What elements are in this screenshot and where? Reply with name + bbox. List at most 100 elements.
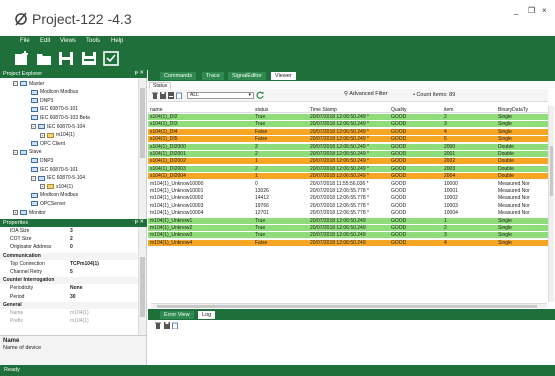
collapse-icon[interactable]: − — [13, 81, 18, 86]
table-horizontal-scrollbar[interactable] — [151, 303, 547, 308]
property-category[interactable]: General — [0, 301, 140, 309]
expand-icon[interactable]: + — [13, 210, 18, 215]
property-value[interactable]: 30 — [70, 294, 76, 300]
save-all-icon[interactable] — [168, 92, 174, 99]
property-category[interactable]: Communication — [0, 252, 140, 260]
property-value[interactable]: 2 — [70, 236, 73, 242]
minimize-button[interactable]: _ — [514, 6, 518, 15]
save-icon[interactable] — [58, 51, 74, 66]
tree-item[interactable]: DNP3 — [31, 157, 53, 164]
explorer-scrollbar[interactable] — [138, 78, 146, 219]
tree-item[interactable]: IEC 60870-5-101 — [31, 106, 78, 113]
property-value[interactable]: m104(1) — [70, 318, 89, 324]
property-row[interactable]: Period 30 — [0, 294, 140, 301]
tab-signal-editor[interactable]: SignalEditor — [228, 72, 266, 80]
explorer-scroll-thumb[interactable] — [140, 88, 145, 158]
menu-tools[interactable]: Tools — [86, 38, 100, 44]
tree-item[interactable]: − IEC 60870-5-104 — [31, 175, 85, 182]
menu-views[interactable]: Views — [60, 38, 76, 44]
properties-scroll-thumb[interactable] — [140, 257, 145, 317]
table-row[interactable]: s104(1)_DI2001 2 20/07/2018 12:06:50.249 *… — [148, 151, 548, 157]
tree-item[interactable]: Modicon Modbus — [31, 192, 78, 199]
pin-icon[interactable]: ᵽ — [135, 70, 138, 76]
tree-item[interactable]: + Monitor — [13, 209, 46, 216]
tree-item[interactable]: DNP3 — [31, 97, 53, 104]
property-value[interactable]: m104(1) — [70, 310, 89, 316]
tree-item[interactable]: + s104(1) — [40, 183, 73, 190]
column-header-name[interactable]: name — [150, 107, 163, 113]
close-panel-icon[interactable]: ✕ — [139, 219, 144, 225]
column-header-timestamp[interactable]: Time Stamp — [310, 107, 337, 113]
close-panel-icon[interactable]: ✕ — [139, 70, 144, 76]
collapse-icon[interactable]: − — [31, 124, 36, 129]
property-row[interactable]: Periodicity None — [0, 285, 140, 292]
collapse-icon[interactable]: − — [13, 149, 18, 155]
table-row[interactable]: s104(1)_DI4 False 20/07/2018 12:06:50.249 … — [148, 128, 548, 135]
property-row[interactable]: Prefix m104(1) — [0, 318, 140, 325]
tree-item[interactable]: IEC 60870-5-101 — [31, 166, 78, 173]
pin-icon[interactable]: ᵽ — [135, 219, 138, 225]
table-row[interactable]: m104(1)_Unknow10003 19766 20/07/2018 12:06… — [148, 202, 548, 209]
maximize-button[interactable]: ❐ — [528, 6, 535, 15]
tree-item[interactable]: + m104(1) — [40, 132, 75, 139]
property-row[interactable]: IOA Size 3 — [0, 228, 140, 235]
refresh-icon[interactable] — [256, 91, 264, 99]
table-horizontal-scroll-thumb[interactable] — [157, 305, 537, 308]
tree-item[interactable]: − IEC 60870-5-104 — [31, 123, 85, 130]
tree-item[interactable]: − Slave — [13, 149, 42, 156]
tab-error-view[interactable]: Error View — [160, 311, 194, 319]
property-value[interactable]: 0 — [70, 244, 73, 250]
tab-viewer[interactable]: Viewer — [271, 72, 296, 80]
tree-item[interactable]: Modicon Modbus — [31, 89, 78, 96]
table-row[interactable]: m104(1)_Unknow10001 13026 20/07/2018 12:06… — [148, 188, 548, 194]
table-scrollbar[interactable] — [548, 106, 554, 302]
tree-item[interactable]: IEC 60870-5-103 Beta — [31, 114, 90, 121]
table-row[interactable]: s104(1)_DI5 False 20/07/2018 12:06:50.249 … — [148, 136, 548, 143]
tab-status[interactable]: Status — [149, 82, 172, 89]
table-row[interactable]: m104(1)_Unknow2 True 20/07/2018 12:06:50.2… — [148, 225, 548, 231]
expand-icon[interactable]: + — [40, 132, 45, 138]
column-header-binary-data-type[interactable]: BinaryDataTy — [498, 107, 528, 113]
trash-icon[interactable] — [152, 92, 158, 99]
advanced-filter-button[interactable]: ⚲ Advanced Filter — [344, 91, 387, 97]
tree-item[interactable]: − Master — [13, 80, 44, 87]
tab-log[interactable]: Log — [198, 311, 216, 319]
save-icon[interactable] — [160, 92, 166, 99]
save-all-icon[interactable] — [81, 51, 97, 66]
column-header-status[interactable]: status — [255, 107, 268, 113]
filter-select[interactable]: ALL ▾ — [187, 92, 254, 99]
property-row[interactable]: COT Size 2 — [0, 236, 140, 243]
table-row[interactable]: s104(1)_DI3 True 20/07/2018 12:06:50.249 *… — [148, 121, 548, 128]
save-icon[interactable] — [164, 322, 170, 329]
property-category[interactable]: Counter Interrogation — [0, 277, 140, 285]
table-row[interactable]: m104(1)_Unknow10002 14412 20/07/2018 12:06… — [148, 195, 548, 202]
close-window-button[interactable]: × — [542, 6, 547, 15]
clipboard-icon[interactable] — [172, 322, 178, 329]
trash-icon[interactable] — [155, 322, 161, 329]
property-value[interactable]: None — [70, 285, 83, 291]
table-row[interactable]: m104(1)_Unknow4 False 20/07/2018 12:06:50.… — [148, 239, 548, 246]
tree-item[interactable]: OPC Client — [31, 140, 65, 147]
table-row[interactable]: m104(1)_Unknow10000 0 20/07/2018 11:55:56.… — [148, 180, 548, 187]
menu-edit[interactable]: Edit — [40, 38, 50, 44]
property-row[interactable]: Top Connection TCPm104(1) — [0, 261, 140, 268]
table-row[interactable]: s104(1)_DI2004 1 20/07/2018 12:06:50.249 *… — [148, 173, 548, 180]
checkbox-icon[interactable] — [103, 51, 119, 66]
property-value[interactable]: 5 — [70, 269, 73, 275]
tree-item[interactable]: OPCServer — [31, 200, 66, 207]
property-row[interactable]: Originator Address 0 — [0, 244, 140, 251]
column-header-item[interactable]: item — [444, 107, 453, 113]
table-scroll-thumb[interactable] — [550, 146, 553, 196]
table-row[interactable]: m104(1)_Unknow10004 12701 20/07/2018 12:06… — [148, 210, 548, 217]
table-row[interactable]: s104(1)_DI2002 1 20/07/2018 12:06:50.249 *… — [148, 158, 548, 165]
tab-trace[interactable]: Trace — [202, 72, 224, 80]
table-row[interactable]: s104(1)_DI2000 2 20/07/2018 12:06:50.249 *… — [148, 143, 548, 150]
properties-scrollbar[interactable] — [138, 227, 146, 335]
clipboard-icon[interactable] — [176, 92, 182, 99]
column-header-quality[interactable]: Quality — [391, 107, 407, 113]
property-row[interactable]: Channel Retry 5 — [0, 269, 140, 276]
property-value[interactable]: TCPm104(1) — [70, 261, 99, 267]
collapse-icon[interactable]: − — [31, 175, 36, 181]
table-row[interactable]: m104(1)_Unknow1 True 20/07/2018 12:06:50.2… — [148, 217, 548, 224]
table-row[interactable]: m104(1)_Unknow3 True 20/07/2018 12:06:50.2… — [148, 232, 548, 239]
